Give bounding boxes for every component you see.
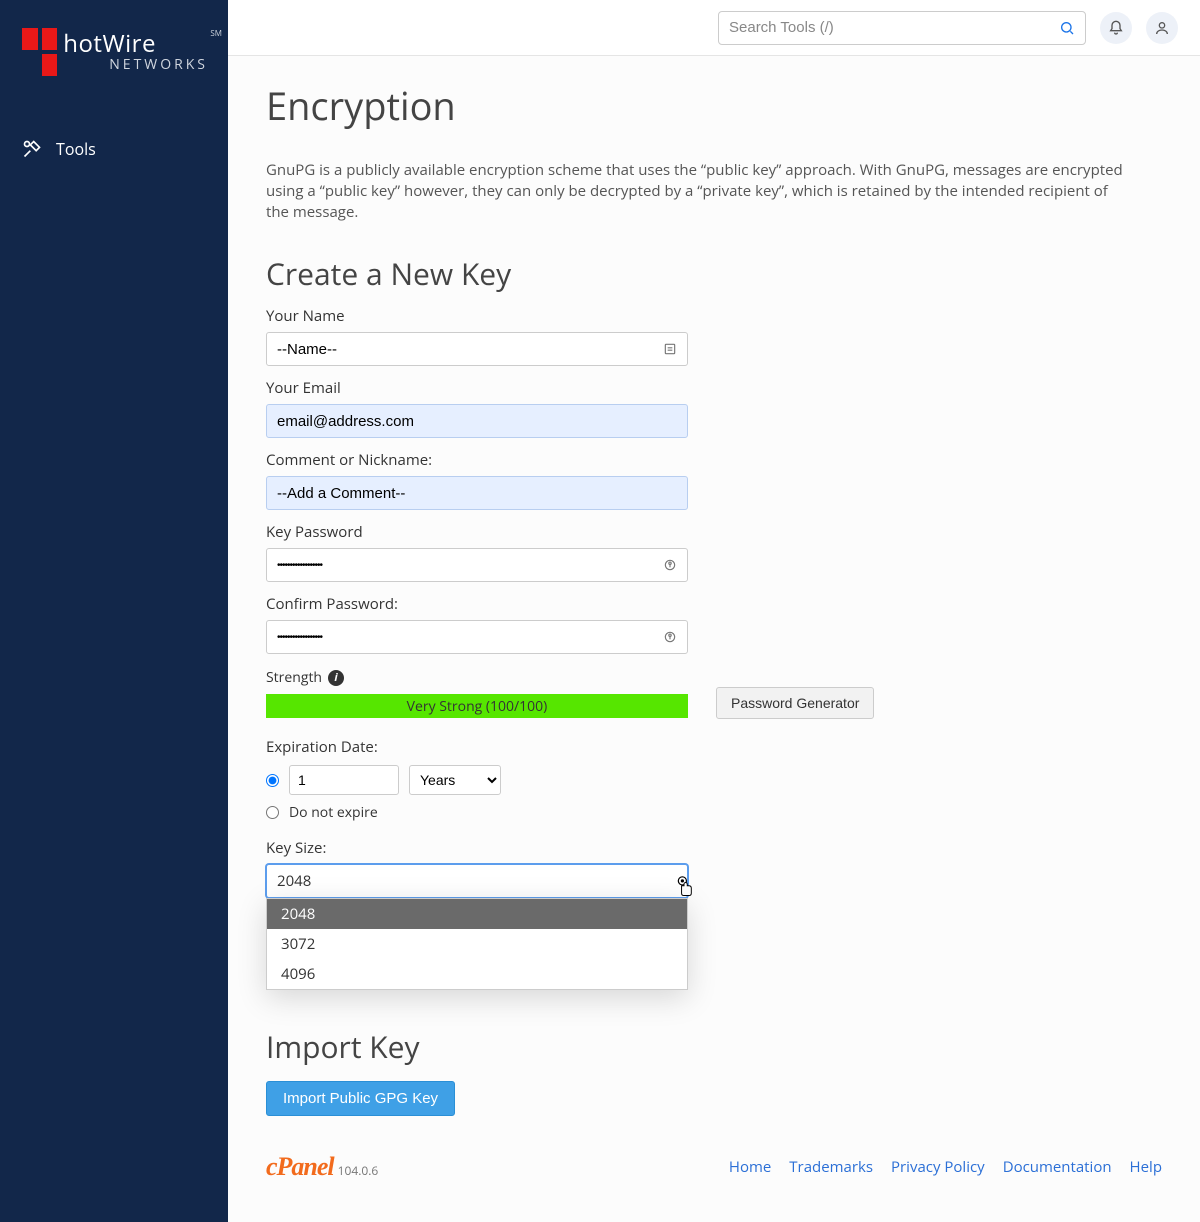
sidebar-item-tools[interactable]: Tools: [0, 124, 228, 174]
password-input[interactable]: [277, 560, 663, 571]
key-icon: [663, 558, 677, 572]
confirm-password-input[interactable]: [277, 632, 663, 643]
info-icon[interactable]: i: [328, 670, 344, 686]
create-heading: Create a New Key: [266, 253, 1162, 294]
import-public-key-button[interactable]: Import Public GPG Key: [266, 1081, 455, 1116]
keysize-option-2048[interactable]: 2048: [267, 899, 687, 929]
page-title: Encryption: [266, 80, 1162, 132]
comment-input-wrap[interactable]: [266, 476, 688, 510]
key-icon: [663, 630, 677, 644]
expiration-radio-never[interactable]: [266, 806, 279, 819]
sidebar-item-label: Tools: [56, 138, 96, 160]
keysize-selected-value: 2048: [277, 871, 311, 891]
name-label: Your Name: [266, 306, 1162, 326]
email-input-wrap[interactable]: [266, 404, 688, 438]
notifications-button[interactable]: [1100, 12, 1132, 44]
page-description: GnuPG is a publicly available encryption…: [266, 160, 1126, 223]
footer-link-trademarks[interactable]: Trademarks: [789, 1157, 873, 1177]
name-input[interactable]: [277, 341, 663, 358]
confirm-password-input-wrap[interactable]: [266, 620, 688, 654]
brand-sm: SM: [210, 30, 222, 38]
keysize-label: Key Size:: [266, 838, 1162, 858]
bell-icon: [1108, 20, 1124, 36]
keysize-dropdown: 2048 3072 4096: [266, 898, 688, 990]
expiration-radio-duration[interactable]: [266, 774, 279, 787]
name-input-wrap[interactable]: [266, 332, 688, 366]
expiration-label: Expiration Date:: [266, 737, 1162, 757]
email-label: Your Email: [266, 378, 1162, 398]
confirm-password-label: Confirm Password:: [266, 594, 1162, 614]
search-input[interactable]: [729, 19, 1059, 36]
comment-label: Comment or Nickname:: [266, 450, 1162, 470]
email-input[interactable]: [277, 413, 677, 430]
user-icon: [1154, 20, 1170, 36]
cpanel-logo: cPanel: [266, 1152, 334, 1182]
sidebar: hotWire SM NETWORKS Tools: [0, 0, 228, 1222]
password-label: Key Password: [266, 522, 1162, 542]
strength-text: Very Strong (100/100): [407, 697, 548, 716]
keysize-select[interactable]: 2048: [266, 864, 688, 898]
cpanel-version: 104.0.6: [338, 1162, 379, 1179]
search-icon: [1059, 20, 1075, 36]
contact-card-icon: [663, 342, 677, 356]
footer-brand: cPanel 104.0.6: [266, 1152, 378, 1182]
footer-link-home[interactable]: Home: [729, 1157, 771, 1177]
strength-label: Strength: [266, 668, 322, 687]
topbar: [228, 0, 1200, 56]
comment-input[interactable]: [277, 485, 677, 502]
keysize-option-4096[interactable]: 4096: [267, 959, 687, 989]
footer-link-help[interactable]: Help: [1130, 1157, 1162, 1177]
tools-icon: [22, 139, 42, 159]
expiration-never-label: Do not expire: [289, 803, 378, 822]
footer-link-documentation[interactable]: Documentation: [1003, 1157, 1112, 1177]
footer-link-privacy[interactable]: Privacy Policy: [891, 1157, 985, 1177]
strength-bar: Very Strong (100/100): [266, 694, 688, 718]
account-button[interactable]: [1146, 12, 1178, 44]
footer-links: Home Trademarks Privacy Policy Documenta…: [729, 1157, 1162, 1177]
keysize-option-3072[interactable]: 3072: [267, 929, 687, 959]
import-heading: Import Key: [266, 1026, 1162, 1067]
brand-logo-mark: [22, 28, 57, 76]
expiration-value-input[interactable]: [289, 765, 399, 795]
search-box[interactable]: [718, 11, 1086, 45]
brand-subtitle: NETWORKS: [63, 58, 208, 72]
brand-name: hotWire: [63, 32, 208, 56]
expiration-unit-select[interactable]: Years: [409, 765, 501, 795]
password-input-wrap[interactable]: [266, 548, 688, 582]
password-generator-button[interactable]: Password Generator: [716, 687, 874, 719]
brand-logo: hotWire SM NETWORKS: [0, 0, 228, 94]
